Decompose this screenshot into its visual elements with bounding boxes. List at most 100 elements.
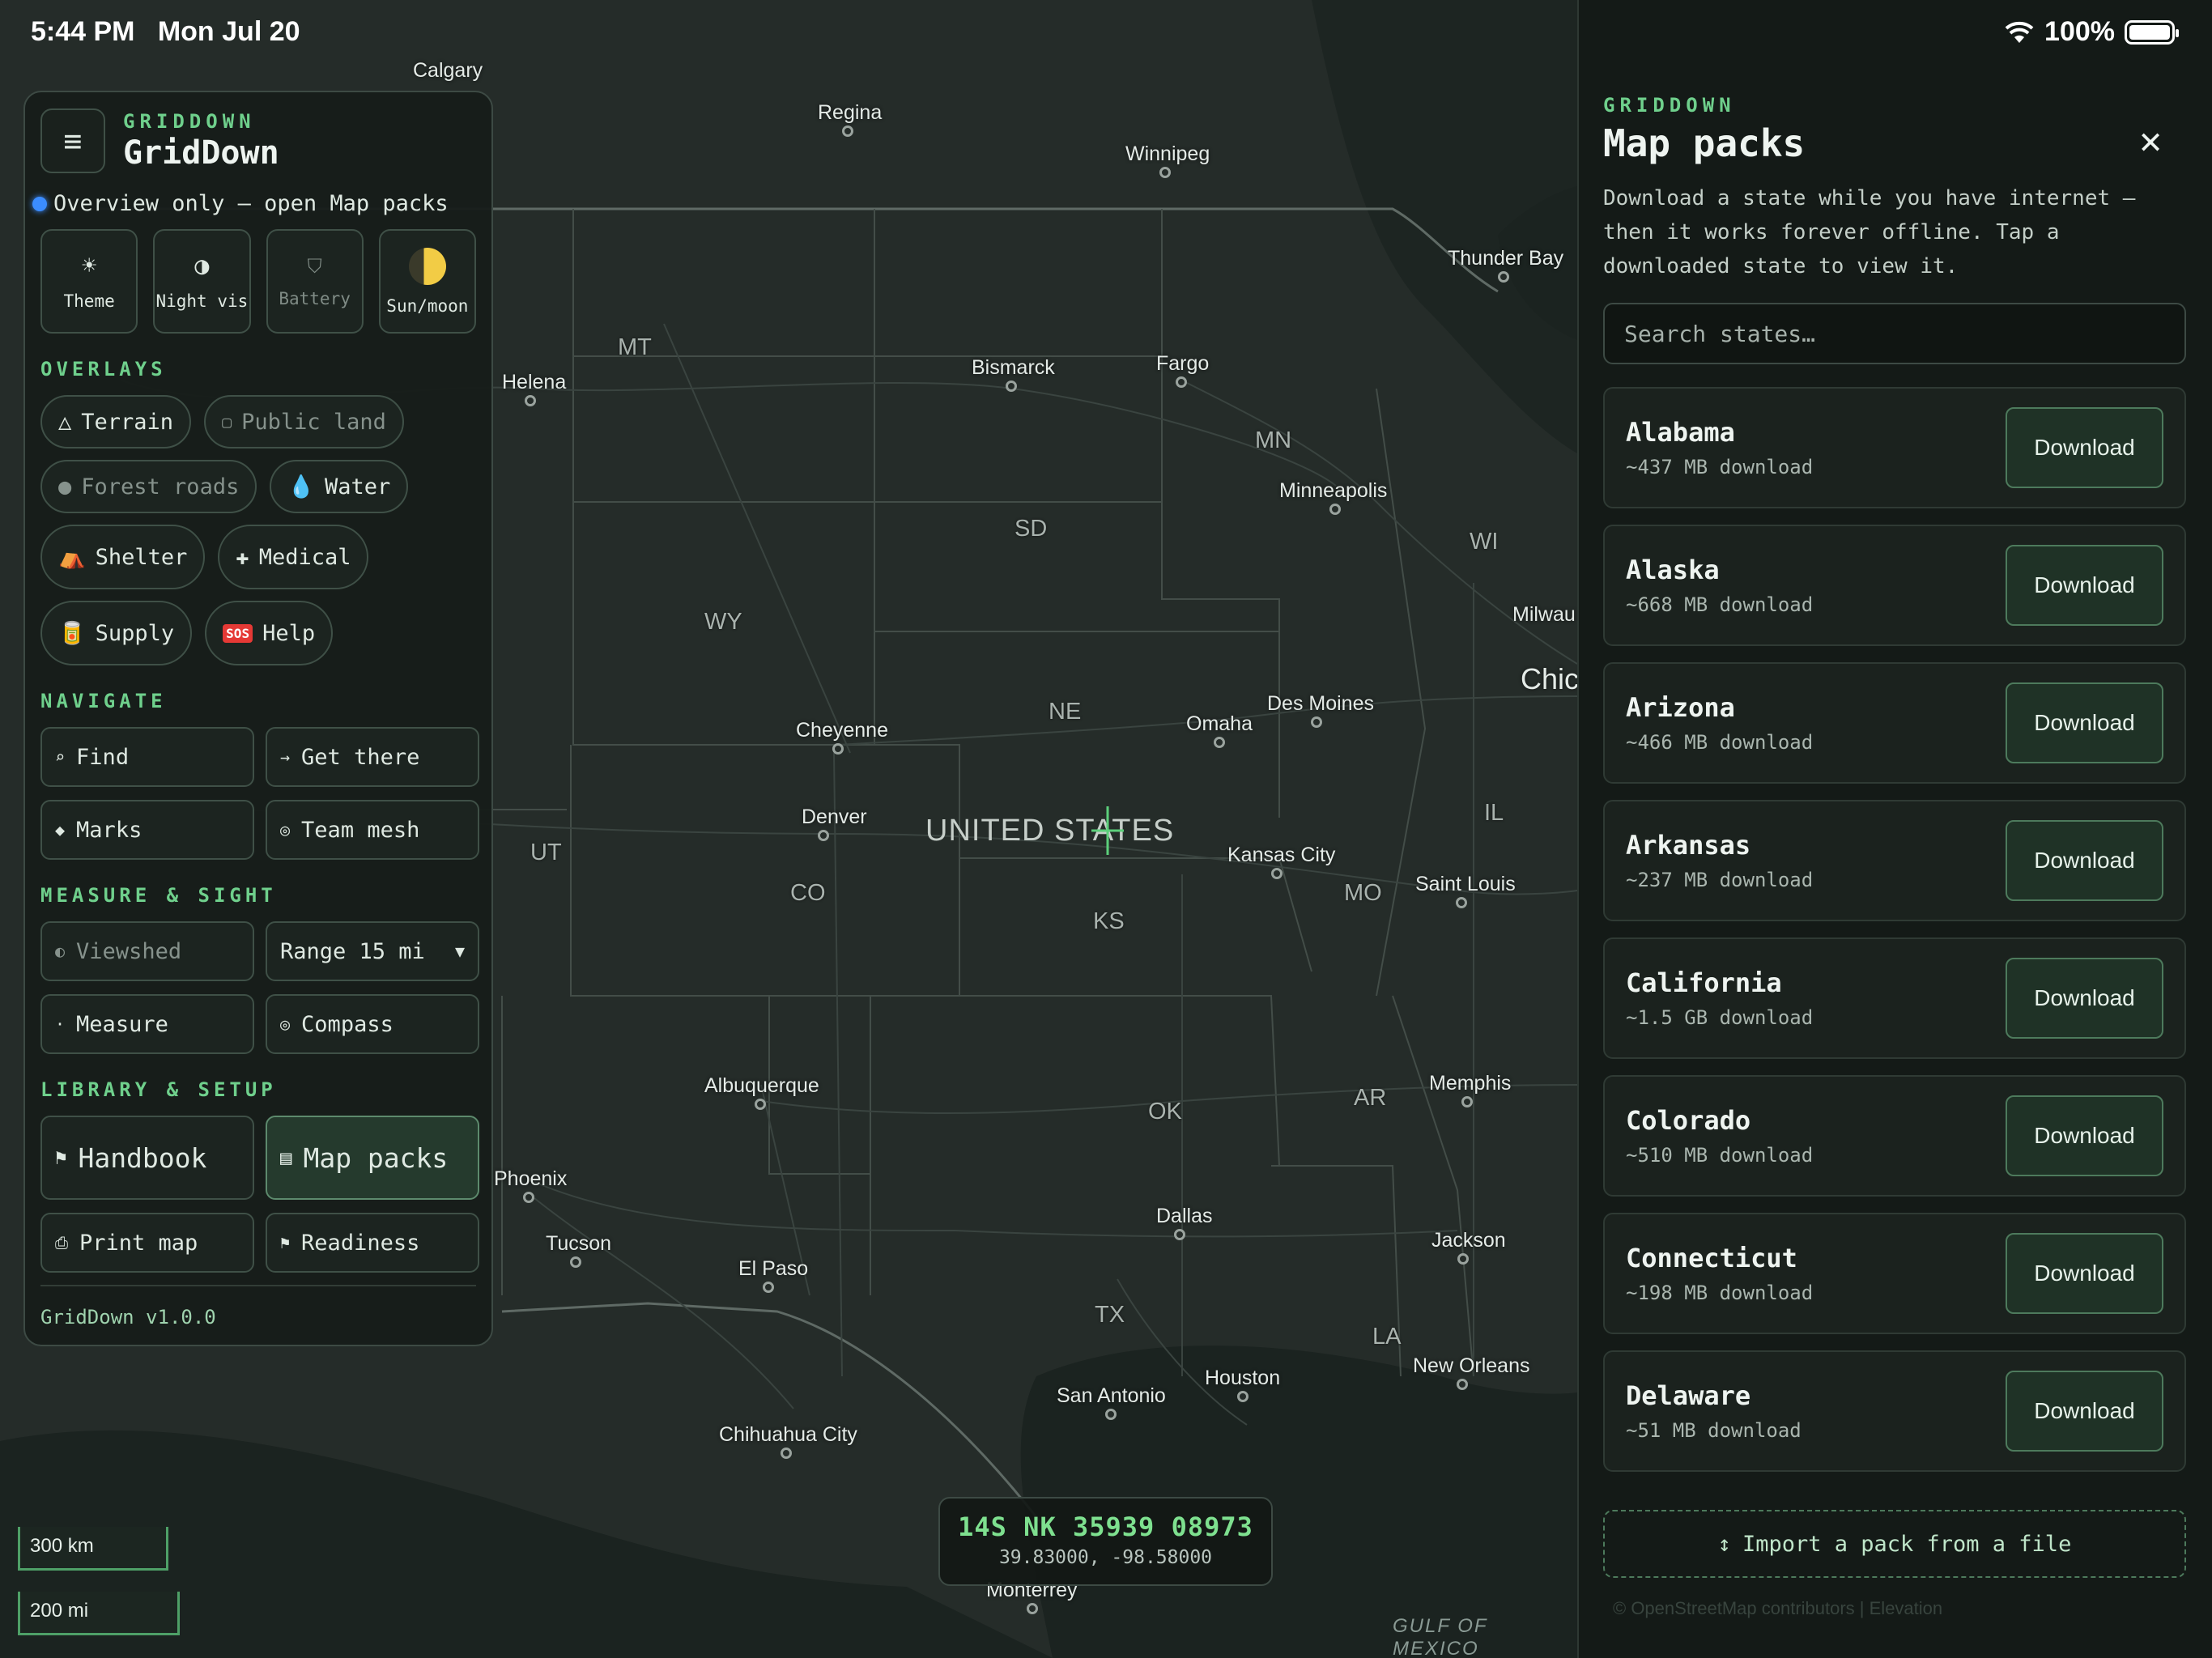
button-label: Viewshed bbox=[76, 938, 182, 964]
handbook-button[interactable]: ⚑ Handbook bbox=[40, 1116, 254, 1200]
city-name: Chihuahua City bbox=[719, 1423, 857, 1446]
state-abbr-label: KS bbox=[1093, 908, 1125, 934]
download-button[interactable]: Download bbox=[2006, 958, 2163, 1039]
city-label: Saint Louis bbox=[1415, 873, 1516, 908]
state-list: Alabama ~437 MB download Download Alaska ~… bbox=[1603, 387, 2186, 1472]
city-name: Jackson bbox=[1431, 1229, 1506, 1252]
forest-roads-toggle[interactable]: ● Forest roads bbox=[40, 460, 257, 513]
city-name: Houston bbox=[1205, 1367, 1281, 1389]
supply-toggle[interactable]: 🥫 Supply bbox=[40, 601, 193, 665]
shelter-toggle[interactable]: ⛺ Shelter bbox=[40, 525, 206, 589]
flag-icon: ⚑ bbox=[55, 1146, 67, 1169]
viewshed-button[interactable]: ◐ Viewshed bbox=[40, 921, 254, 981]
list-item[interactable]: Connecticut ~198 MB download Download bbox=[1603, 1213, 2186, 1334]
map-pack-icon: ▤ bbox=[280, 1146, 292, 1169]
city-label: Bismarck bbox=[972, 356, 1055, 392]
measure-button[interactable]: · Measure bbox=[40, 994, 254, 1054]
search-input[interactable] bbox=[1603, 303, 2186, 364]
state-abbr-label: SD bbox=[1015, 516, 1048, 542]
state-name: Colorado bbox=[1626, 1105, 1751, 1136]
list-item[interactable]: Delaware ~51 MB download Download bbox=[1603, 1350, 2186, 1472]
help-toggle[interactable]: SOS Help bbox=[205, 601, 334, 665]
city-name: Albuquerque bbox=[704, 1074, 819, 1097]
button-label: Find bbox=[76, 744, 130, 770]
menu-button[interactable]: ≡ bbox=[40, 108, 105, 173]
list-item[interactable]: Arizona ~466 MB download Download bbox=[1603, 662, 2186, 784]
city-dot bbox=[842, 125, 853, 137]
chip-label: Shelter bbox=[95, 544, 188, 570]
list-item[interactable]: California ~1.5 GB download Download bbox=[1603, 937, 2186, 1059]
download-button[interactable]: Download bbox=[2006, 545, 2163, 626]
city-label: Memphis bbox=[1429, 1072, 1512, 1107]
night-vision-button[interactable]: ◑ Night vis bbox=[153, 229, 251, 334]
city-label: Fargo bbox=[1156, 352, 1210, 388]
download-button[interactable]: Download bbox=[2006, 682, 2163, 763]
map-packs-button[interactable]: ▤ Map packs bbox=[266, 1116, 479, 1200]
city-dot bbox=[1214, 737, 1225, 748]
map-packs-panel: GRIDDOWN Map packs ✕ Download a state wh… bbox=[1577, 0, 2212, 1658]
city-name: Dallas bbox=[1156, 1205, 1213, 1227]
city-dot bbox=[763, 1282, 774, 1293]
panel-description: Download a state while you have internet… bbox=[1603, 186, 2136, 278]
theme-button[interactable]: ☀ Theme bbox=[40, 229, 138, 334]
team-mesh-button[interactable]: ◎ Team mesh bbox=[266, 800, 479, 860]
download-button[interactable]: Download bbox=[2006, 820, 2163, 901]
search-icon: ⌕ bbox=[55, 747, 66, 767]
marks-button[interactable]: ◆ Marks bbox=[40, 800, 254, 860]
panel-brand: GRIDDOWN bbox=[1603, 94, 1736, 117]
import-pack-button[interactable]: ↕ Import a pack from a file bbox=[1603, 1510, 2186, 1578]
city-name: Des Moines bbox=[1267, 692, 1374, 715]
range-select[interactable]: Range 15 mi ▼ bbox=[266, 921, 479, 981]
city-dot bbox=[570, 1256, 581, 1268]
city-name: Fargo bbox=[1156, 352, 1210, 375]
mode-label: Sun/moon bbox=[386, 295, 469, 316]
city-dot bbox=[832, 743, 844, 755]
state-info: Colorado ~510 MB download bbox=[1626, 1105, 1813, 1167]
overview-notice[interactable]: Overview only — open Map packs bbox=[32, 191, 476, 216]
find-button[interactable]: ⌕ Find bbox=[40, 727, 254, 787]
version-label: GridDown v1.0.0 bbox=[40, 1285, 476, 1329]
download-button[interactable]: Download bbox=[2006, 1095, 2163, 1176]
medical-toggle[interactable]: ✚ Medical bbox=[218, 525, 369, 589]
chip-label: Supply bbox=[95, 620, 175, 646]
readiness-button[interactable]: ⚑ Readiness bbox=[266, 1213, 479, 1273]
status-time-value: 5:44 PM bbox=[31, 16, 135, 47]
brand-block: GRIDDOWN GridDown bbox=[123, 110, 279, 172]
download-button[interactable]: Download bbox=[2006, 407, 2163, 488]
city-label: Kansas City bbox=[1227, 844, 1335, 879]
print-map-button[interactable]: ⎙ Print map bbox=[40, 1213, 254, 1273]
city-name: Memphis bbox=[1429, 1072, 1512, 1095]
compass-button[interactable]: ◎ Compass bbox=[266, 994, 479, 1054]
download-button[interactable]: Download bbox=[2006, 1371, 2163, 1452]
city-label: Phoenix bbox=[494, 1167, 567, 1203]
terrain-toggle[interactable]: △ Terrain bbox=[40, 395, 192, 449]
battery-saver-button[interactable]: ⛉ Battery bbox=[266, 229, 364, 334]
arrow-right-icon: → bbox=[280, 747, 291, 767]
country-label: UNITED STATES bbox=[925, 814, 1175, 848]
status-time: 5:44 PM Mon Jul 20 bbox=[31, 16, 300, 48]
state-abbr-label: NE bbox=[1049, 699, 1082, 725]
state-info: Delaware ~51 MB download bbox=[1626, 1380, 1802, 1442]
list-item[interactable]: Alaska ~668 MB download Download bbox=[1603, 525, 2186, 646]
list-item[interactable]: Arkansas ~237 MB download Download bbox=[1603, 800, 2186, 921]
close-button[interactable]: ✕ bbox=[2139, 118, 2162, 162]
mode-row: ☀ Theme ◑ Night vis ⛉ Battery Sun/moon bbox=[40, 229, 476, 334]
public-land-toggle[interactable]: ▢ Public land bbox=[204, 395, 404, 449]
city-dot bbox=[1159, 167, 1171, 178]
list-item[interactable]: Alabama ~437 MB download Download bbox=[1603, 387, 2186, 508]
state-abbr-label: LA bbox=[1372, 1324, 1402, 1350]
download-button[interactable]: Download bbox=[2006, 1233, 2163, 1314]
city-dot bbox=[1176, 376, 1187, 388]
list-item[interactable]: Colorado ~510 MB download Download bbox=[1603, 1075, 2186, 1197]
city-name: Saint Louis bbox=[1415, 873, 1516, 895]
sun-moon-button[interactable]: Sun/moon bbox=[378, 229, 476, 334]
chip-label: Help bbox=[262, 620, 316, 646]
get-there-button[interactable]: → Get there bbox=[266, 727, 479, 787]
import-arrow-icon: ↕ bbox=[1717, 1531, 1731, 1557]
city-label: Milwau bbox=[1512, 603, 1576, 627]
water-toggle[interactable]: 💧 Water bbox=[270, 460, 409, 513]
state-size: ~668 MB download bbox=[1626, 593, 1814, 616]
city-name: El Paso bbox=[738, 1257, 809, 1280]
map-attribution[interactable]: © OpenStreetMap contributors | Elevation bbox=[1603, 1598, 2186, 1630]
coordinate-readout[interactable]: 14S NK 35939 08973 39.83000, -98.58000 bbox=[938, 1497, 1273, 1586]
